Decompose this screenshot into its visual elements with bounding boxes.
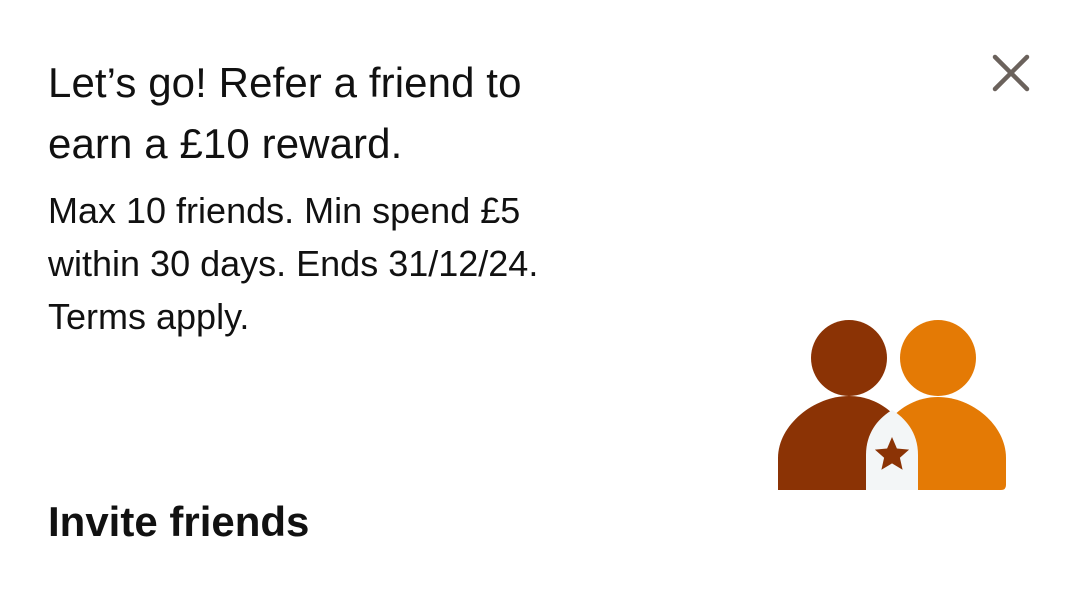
two-friends-star-icon (778, 320, 1006, 490)
terms-line-1: Max 10 friends. Min spend £5 (48, 190, 521, 231)
referral-card: Let’s go! Refer a friend to earn a £10 r… (0, 0, 1082, 597)
promo-headline: Let’s go! Refer a friend to earn a £10 r… (48, 52, 688, 174)
promo-terms: Max 10 friends. Min spend £5 within 30 d… (48, 184, 688, 343)
close-button[interactable] (986, 48, 1036, 98)
terms-line-2: within 30 days. Ends 31/12/24. (48, 243, 539, 284)
headline-line-2: earn a £10 reward. (48, 120, 403, 167)
left-person-head (811, 320, 887, 396)
headline-line-1: Let’s go! Refer a friend to (48, 59, 522, 106)
terms-line-3: Terms apply. (48, 296, 250, 337)
close-icon (992, 54, 1030, 92)
invite-friends-button[interactable]: Invite friends (48, 492, 309, 552)
right-person-head (900, 320, 976, 396)
